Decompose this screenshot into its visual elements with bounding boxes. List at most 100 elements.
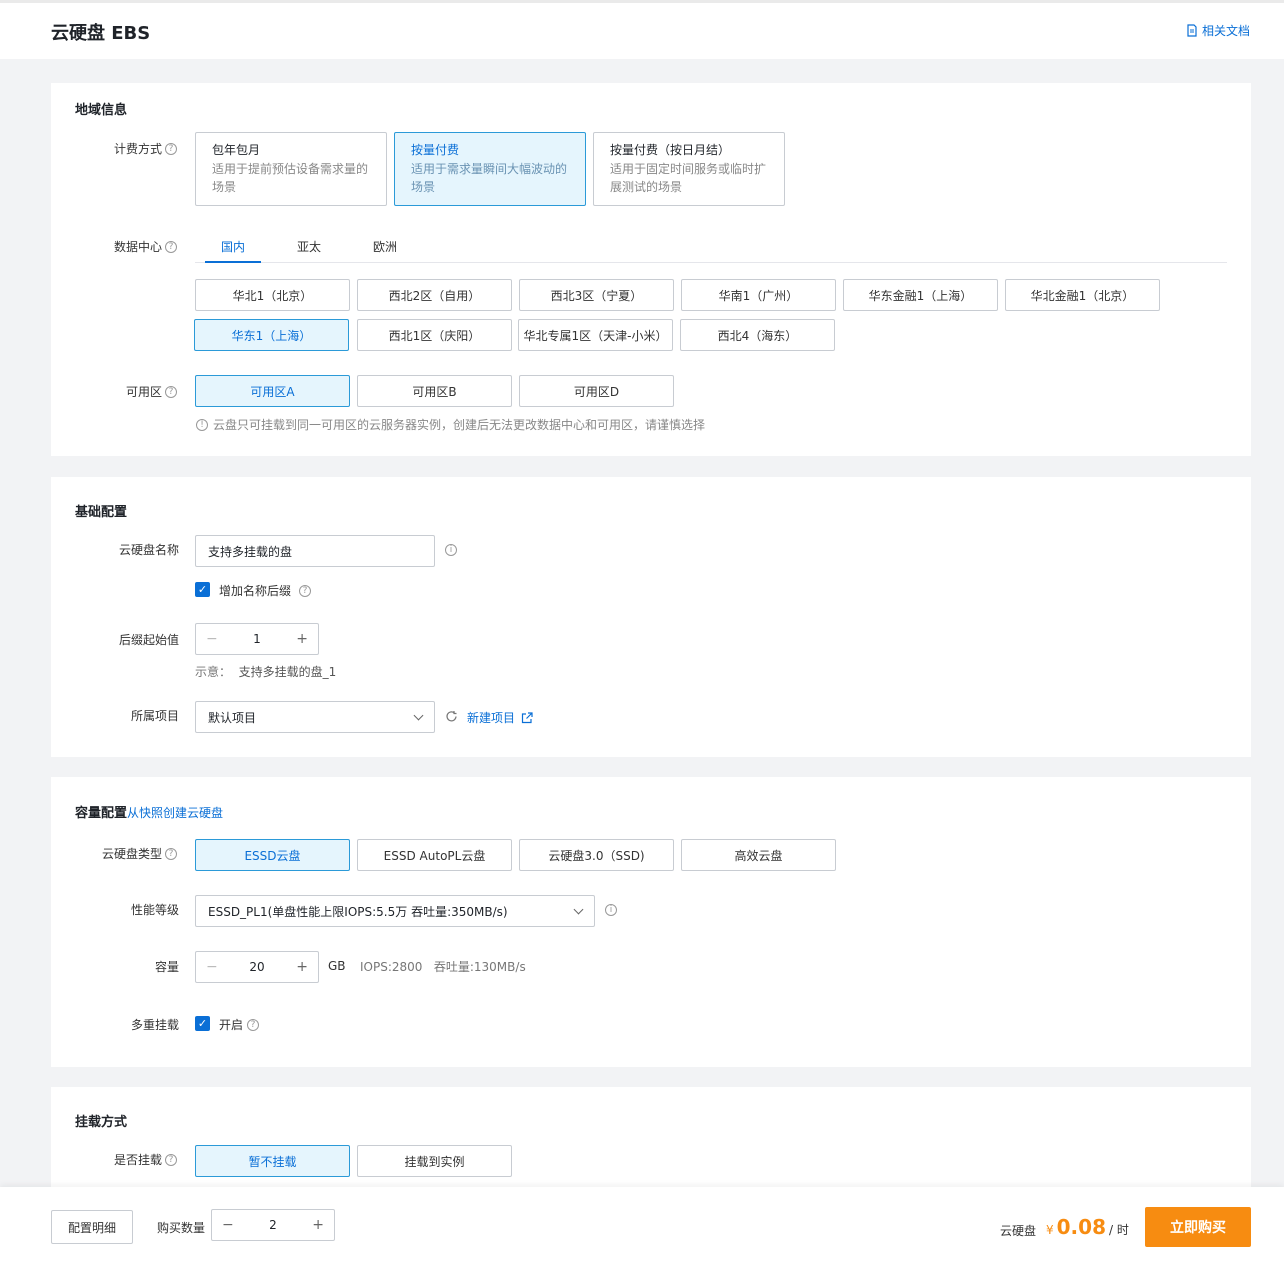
stepper-value[interactable]: 1 <box>253 632 261 646</box>
region-section: 地域信息 计费方式? 包年包月 适用于提前预估设备需求量的场景 按量付费 适用于… <box>51 83 1251 456</box>
region-button[interactable]: 华北专属1区（天津-小米） <box>518 319 673 351</box>
disk-name-label: 云硬盘名称 <box>118 543 179 557</box>
increment-button[interactable]: + <box>296 959 308 975</box>
region-button-selected[interactable]: 华东1（上海） <box>194 319 349 351</box>
help-icon[interactable]: ? <box>165 385 177 398</box>
disk-type-button[interactable]: 高效云盘 <box>681 839 836 871</box>
stepper-value[interactable]: 20 <box>249 960 264 974</box>
region-button[interactable]: 华北1（北京） <box>195 279 350 311</box>
zone-label: 可用区? <box>91 383 177 400</box>
info-icon: ! <box>196 418 208 431</box>
price-unit: / 时 <box>1109 1223 1129 1237</box>
active-tab-underline <box>205 261 261 263</box>
zone-button-selected[interactable]: 可用区A <box>195 375 350 407</box>
size-performance-info: IOPS:2800 吞吐量:130MB/s <box>360 960 526 974</box>
region-button[interactable]: 西北3区（宁夏） <box>519 279 674 311</box>
perf-level-label: 性能等级 <box>130 903 179 917</box>
help-icon[interactable]: ? <box>165 142 177 155</box>
document-icon <box>1187 24 1197 37</box>
billing-label-text: 计费方式 <box>113 142 162 156</box>
region-button[interactable]: 西北1区（庆阳） <box>357 319 512 351</box>
quantity-label: 购买数量 <box>157 1221 206 1235</box>
datacenter-label: 数据中心? <box>91 238 177 255</box>
disk-type-label: 云硬盘类型? <box>91 845 177 862</box>
external-link-icon <box>521 711 533 723</box>
decrement-button[interactable]: − <box>206 631 218 647</box>
disk-name-input[interactable]: 支持多挂载的盘 <box>195 535 435 567</box>
project-select-value: 默认项目 <box>208 710 257 725</box>
increment-button[interactable]: + <box>312 1217 324 1233</box>
price: ¥ 0.08 / 时 <box>1046 1215 1129 1239</box>
region-button[interactable]: 华东金融1（上海） <box>843 279 998 311</box>
suffix-example: 示意： 支持多挂载的盘_1 <box>195 663 336 680</box>
suffix-checkbox[interactable]: ✓ <box>195 582 210 597</box>
help-icon[interactable]: ? <box>165 847 177 860</box>
region-button[interactable]: 西北4（海东） <box>680 319 835 351</box>
info-icon[interactable]: i <box>445 544 457 556</box>
region-button[interactable]: 西北2区（自用） <box>357 279 512 311</box>
perf-level-select[interactable]: ESSD_PL1(单盘性能上限IOPS:5.5万 吞吐量:350MB/s) <box>195 895 595 927</box>
project-label: 所属项目 <box>130 709 179 723</box>
perf-level-value: ESSD_PL1(单盘性能上限IOPS:5.5万 吞吐量:350MB/s) <box>208 904 508 919</box>
suffix-start-label: 后缀起始值 <box>118 633 179 647</box>
decrement-button[interactable]: − <box>206 959 218 975</box>
multi-attach-checkbox-label: 开启? <box>219 1016 260 1033</box>
multi-attach-checkbox[interactable]: ✓ <box>195 1016 210 1031</box>
capacity-section: 容量配置从快照创建云硬盘 云硬盘类型? ESSD云盘 ESSD AutoPL云盘… <box>51 777 1251 1067</box>
price-label: 云硬盘 <box>1000 1224 1037 1238</box>
config-detail-button[interactable]: 配置明细 <box>51 1210 133 1244</box>
attach-label: 是否挂载? <box>91 1151 177 1168</box>
decrement-button[interactable]: − <box>222 1217 234 1233</box>
billing-option-payg-daily[interactable]: 按量付费（按日月结） 适用于固定时间服务或临时扩展测试的场景 <box>593 132 785 206</box>
disk-type-button[interactable]: 云硬盘3.0（SSD) <box>519 839 674 871</box>
datacenter-tabs: 国内 亚太 欧洲 <box>195 230 1227 263</box>
zone-button[interactable]: 可用区D <box>519 375 674 407</box>
attach-to-instance-button[interactable]: 挂载到实例 <box>357 1145 512 1177</box>
chevron-down-icon <box>413 710 424 720</box>
help-icon[interactable]: ? <box>299 584 312 597</box>
size-unit: GB <box>328 959 346 973</box>
zone-button[interactable]: 可用区B <box>357 375 512 407</box>
help-icon[interactable]: ? <box>165 240 177 253</box>
buy-now-button[interactable]: 立即购买 <box>1145 1207 1251 1247</box>
mount-section: 挂载方式 是否挂载? 暂不挂载 挂载到实例 <box>51 1087 1251 1187</box>
refresh-icon[interactable] <box>445 710 458 723</box>
billing-option-title: 按量付费 <box>411 143 460 157</box>
region-button[interactable]: 华北金融1（北京） <box>1005 279 1160 311</box>
section-title: 挂载方式 <box>75 1115 128 1130</box>
purchase-bar: 配置明细 购买数量 − 2 + 云硬盘 ¥ 0.08 / 时 立即购买 <box>0 1187 1284 1265</box>
billing-option-payg[interactable]: 按量付费 适用于需求量瞬间大幅波动的场景 <box>394 132 586 206</box>
disk-type-button[interactable]: ESSD AutoPL云盘 <box>357 839 512 871</box>
billing-option-desc: 适用于固定时间服务或临时扩展测试的场景 <box>610 162 767 194</box>
no-attach-button[interactable]: 暂不挂载 <box>195 1145 350 1177</box>
section-title: 基础配置 <box>75 505 128 520</box>
datacenter-label-text: 数据中心 <box>113 240 162 254</box>
example-value: 支持多挂载的盘_1 <box>238 665 337 679</box>
zone-label-text: 可用区 <box>125 385 162 399</box>
multi-attach-label: 多重挂载 <box>130 1018 179 1032</box>
docs-link[interactable]: 相关文档 <box>1186 22 1250 39</box>
new-project-link[interactable]: 新建项目 <box>467 709 533 726</box>
price-value: 0.08 <box>1056 1215 1106 1239</box>
disk-type-button-selected[interactable]: ESSD云盘 <box>195 839 350 871</box>
tab-domestic[interactable]: 国内 <box>221 238 245 255</box>
region-button[interactable]: 华南1（广州） <box>681 279 836 311</box>
docs-link-label: 相关文档 <box>1201 24 1250 38</box>
suffix-checkbox-label: 增加名称后缀? <box>219 582 312 599</box>
stepper-value[interactable]: 2 <box>269 1218 277 1232</box>
snapshot-link[interactable]: 从快照创建云硬盘 <box>127 806 223 820</box>
info-icon[interactable]: i <box>605 904 617 916</box>
billing-option-desc: 适用于需求量瞬间大幅波动的场景 <box>411 162 568 194</box>
new-project-link-label: 新建项目 <box>467 711 516 725</box>
suffix-start-stepper: − 1 + <box>195 623 319 655</box>
billing-option-title: 按量付费（按日月结） <box>610 143 731 157</box>
billing-option-annual[interactable]: 包年包月 适用于提前预估设备需求量的场景 <box>195 132 387 206</box>
tab-asia-pacific[interactable]: 亚太 <box>297 238 321 255</box>
help-icon[interactable]: ? <box>247 1018 260 1031</box>
project-select[interactable]: 默认项目 <box>195 701 435 733</box>
increment-button[interactable]: + <box>296 631 308 647</box>
currency-symbol: ¥ <box>1046 1223 1054 1237</box>
tab-europe[interactable]: 欧洲 <box>373 238 397 255</box>
basic-config-section: 基础配置 云硬盘名称 支持多挂载的盘 i ✓ 增加名称后缀? 后缀起始值 − 1… <box>51 477 1251 757</box>
help-icon[interactable]: ? <box>165 1153 177 1166</box>
